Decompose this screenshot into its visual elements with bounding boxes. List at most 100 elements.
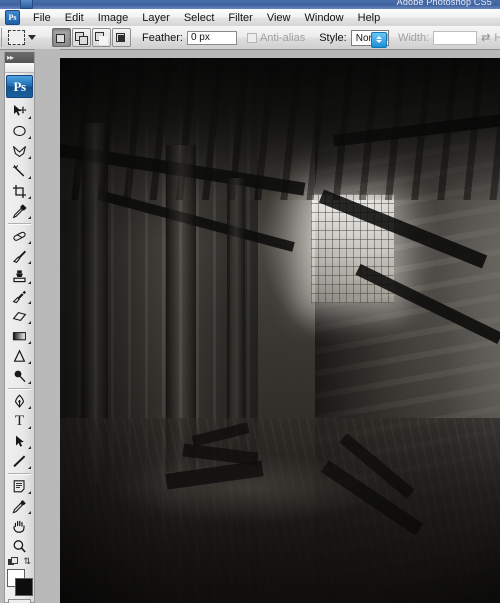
options-bar-drag-grip[interactable] xyxy=(1,28,2,47)
brush-tool[interactable] xyxy=(6,246,33,266)
eyedropper-sampler-tool[interactable] xyxy=(6,496,33,516)
tool-submenu-indicator xyxy=(28,281,31,284)
eyedropper-tool[interactable] xyxy=(6,201,33,221)
hand-icon xyxy=(13,520,25,533)
photoshop-application-window: Adobe Photoshop CS5 Ps File Edit Image L… xyxy=(0,0,500,603)
zoom-tool[interactable] xyxy=(6,536,33,556)
tool-submenu-indicator xyxy=(28,136,31,139)
history-brush-tool[interactable] xyxy=(6,286,33,306)
tool-preset-picker[interactable] xyxy=(5,30,42,45)
tool-submenu-indicator xyxy=(28,156,31,159)
document-canvas[interactable] xyxy=(60,58,500,603)
tools-panel-header[interactable]: ▸▸ xyxy=(5,52,34,63)
anti-alias-label: Anti-alias xyxy=(259,31,306,44)
pen-tool[interactable] xyxy=(6,391,33,411)
blur-tool[interactable] xyxy=(6,346,33,366)
style-select[interactable]: Normal xyxy=(350,29,389,48)
hand-tool[interactable] xyxy=(6,516,33,536)
default-foreground-background-icon[interactable] xyxy=(8,557,18,566)
clone-stamp-icon xyxy=(13,269,26,282)
selection-mode-group xyxy=(52,28,132,47)
width-input[interactable] xyxy=(433,30,478,45)
tool-submenu-indicator xyxy=(28,216,31,219)
eyedropper-icon xyxy=(12,203,27,218)
tool-list: T xyxy=(5,101,34,556)
photo-grain xyxy=(60,58,500,603)
move-tool[interactable] xyxy=(6,101,33,121)
tool-submenu-indicator xyxy=(28,406,31,409)
menu-item-filter[interactable]: Filter xyxy=(221,11,259,25)
gradient-tool[interactable] xyxy=(6,326,33,346)
spot-healing-brush-tool[interactable] xyxy=(6,226,33,246)
new-selection-button[interactable] xyxy=(52,28,71,47)
line-tool[interactable] xyxy=(6,451,33,471)
menu-item-layer[interactable]: Layer xyxy=(135,11,177,25)
pen-nib-icon xyxy=(15,393,24,408)
dodge-icon xyxy=(14,370,26,382)
menu-item-window[interactable]: Window xyxy=(298,11,351,25)
photoshop-logo-icon[interactable]: Ps xyxy=(5,10,20,25)
menu-item-select[interactable]: Select xyxy=(177,11,222,25)
photoshop-badge-icon: Ps xyxy=(6,75,33,98)
tool-submenu-indicator xyxy=(28,301,31,304)
chevron-down-icon xyxy=(28,35,36,40)
chevron-updown-icon[interactable] xyxy=(370,31,387,48)
magic-wand-icon xyxy=(12,164,25,177)
subtract-from-selection-button[interactable] xyxy=(92,28,111,47)
note-icon xyxy=(13,479,25,492)
style-label: Style: xyxy=(319,31,347,44)
feather-label: Feather: xyxy=(142,31,183,44)
tool-submenu-indicator xyxy=(28,176,31,179)
menu-item-edit[interactable]: Edit xyxy=(58,11,91,25)
color-swatches xyxy=(6,569,33,596)
title-bar[interactable]: Adobe Photoshop CS5 xyxy=(0,0,500,9)
crop-tool[interactable] xyxy=(6,181,33,201)
anti-alias-checkbox[interactable] xyxy=(246,32,257,43)
abandoned-factory-interior-photo xyxy=(60,58,500,603)
intersect-with-selection-button[interactable] xyxy=(112,28,131,47)
zoom-magnifier-icon xyxy=(13,539,26,553)
healing-brush-icon xyxy=(13,231,26,241)
path-arrow-icon xyxy=(16,435,24,447)
color-control-mini-icons: ⇅ xyxy=(8,557,31,566)
rectangular-marquee-tool[interactable] xyxy=(6,121,33,141)
menu-item-help[interactable]: Help xyxy=(351,11,388,25)
eraser-icon xyxy=(12,311,27,321)
tool-submenu-indicator xyxy=(28,241,31,244)
horizontal-type-tool[interactable]: T xyxy=(6,411,33,431)
marquee-icon xyxy=(8,30,25,45)
swap-dimensions-icon[interactable]: ⇄ xyxy=(481,31,490,44)
blur-droplet-icon xyxy=(13,348,26,362)
elliptical-marquee-icon xyxy=(13,125,26,136)
tool-divider-2 xyxy=(8,388,31,389)
clone-stamp-tool[interactable] xyxy=(6,266,33,286)
history-brush-icon xyxy=(12,290,26,303)
tool-submenu-indicator xyxy=(28,381,31,384)
magic-wand-tool[interactable] xyxy=(6,161,33,181)
application-background xyxy=(35,49,60,603)
eraser-tool[interactable] xyxy=(6,306,33,326)
polygonal-lasso-icon xyxy=(13,145,26,157)
background-color-swatch[interactable] xyxy=(15,578,33,596)
feather-input[interactable] xyxy=(186,30,237,45)
tool-submenu-indicator xyxy=(28,341,31,344)
menu-item-file[interactable]: File xyxy=(26,11,58,25)
tool-submenu-indicator xyxy=(28,511,31,514)
double-chevron-right-icon[interactable]: ▸▸ xyxy=(7,53,14,62)
menu-item-view[interactable]: View xyxy=(260,11,298,25)
menu-item-image[interactable]: Image xyxy=(91,11,136,25)
eyedropper-sampler-icon xyxy=(12,499,26,514)
tools-panel-subheader xyxy=(5,63,34,73)
dodge-tool[interactable] xyxy=(6,366,33,386)
tool-options-bar: Feather: Anti-alias Style: Normal Width:… xyxy=(0,26,500,50)
tool-submenu-indicator xyxy=(28,261,31,264)
window-title: Adobe Photoshop CS5 xyxy=(396,0,492,7)
lasso-tool[interactable] xyxy=(6,141,33,161)
swap-foreground-background-icon[interactable]: ⇅ xyxy=(23,557,31,566)
tool-submenu-indicator xyxy=(28,196,31,199)
add-to-selection-button[interactable] xyxy=(72,28,91,47)
path-selection-tool[interactable] xyxy=(6,431,33,451)
tool-divider xyxy=(8,223,31,224)
quick-mask-mode-button[interactable] xyxy=(8,599,31,603)
notes-tool[interactable] xyxy=(6,476,33,496)
